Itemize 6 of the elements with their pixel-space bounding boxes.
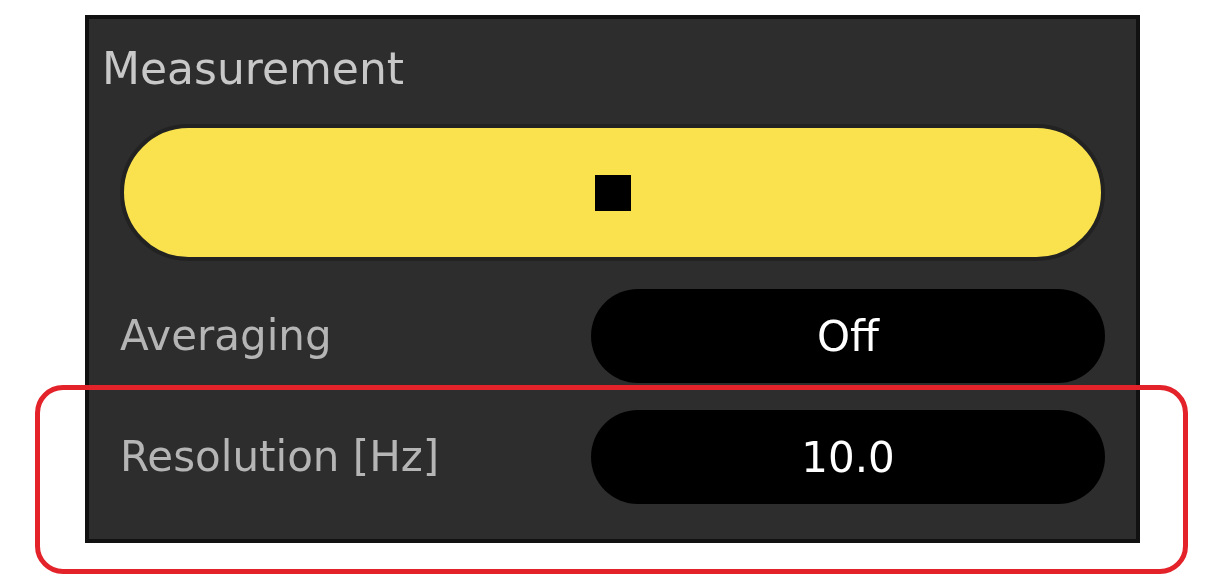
stop-icon xyxy=(594,174,631,211)
panel-title: Measurement xyxy=(102,42,405,94)
value-field[interactable]: 10.0 xyxy=(591,410,1105,504)
setting-label: Resolution [Hz] xyxy=(120,432,440,482)
value-field[interactable]: Off xyxy=(591,289,1105,383)
setting-label: Averaging xyxy=(120,311,332,361)
